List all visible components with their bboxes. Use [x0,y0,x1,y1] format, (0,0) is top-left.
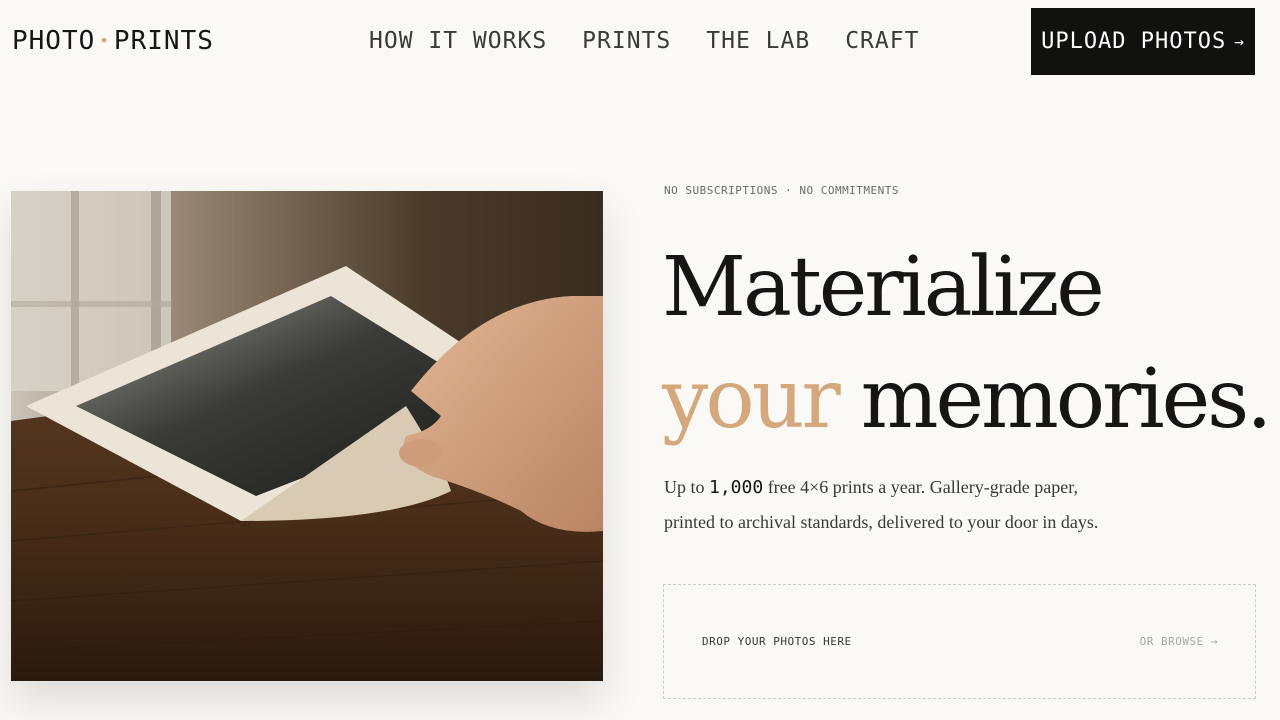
dropzone-label: DROP YOUR PHOTOS HERE [702,635,852,648]
hero-eyebrow: NO SUBSCRIPTIONS · NO COMMITMENTS [664,184,900,197]
brand-logo-part2: PRINTS [113,26,214,56]
nav-craft[interactable]: CRAFT [845,26,919,56]
headline-accent: your [662,352,841,447]
photo-dropzone[interactable]: DROP YOUR PHOTOS HERE OR BROWSE → [663,584,1256,699]
brand-logo[interactable]: PHOTO • PRINTS [12,26,214,56]
hero-headline: Materialize your memories. [662,232,1273,456]
nav-prints[interactable]: PRINTS [582,26,671,56]
browse-link[interactable]: OR BROWSE → [1140,635,1218,648]
description-number: 1,000 [709,477,764,498]
hero-description: Up to 1,000 free 4×6 prints a year. Gall… [664,470,1104,539]
nav-the-lab[interactable]: THE LAB [706,26,810,56]
brand-logo-part1: PHOTO [12,26,96,56]
description-prefix: Up to [664,477,709,497]
upload-photos-button[interactable]: UPLOAD PHOTOS → [1031,8,1255,75]
nav-how-it-works[interactable]: HOW IT WORKS [369,26,547,56]
headline-line1: Materialize [662,240,1105,335]
headline-rest: memories. [837,352,1273,447]
upload-photos-label: UPLOAD PHOTOS [1041,29,1227,54]
hero-photo [11,191,603,681]
arrow-right-icon: → [1234,32,1245,51]
brand-dot-icon: • [99,31,110,50]
main-nav: HOW IT WORKS PRINTS THE LAB CRAFT [369,26,919,56]
